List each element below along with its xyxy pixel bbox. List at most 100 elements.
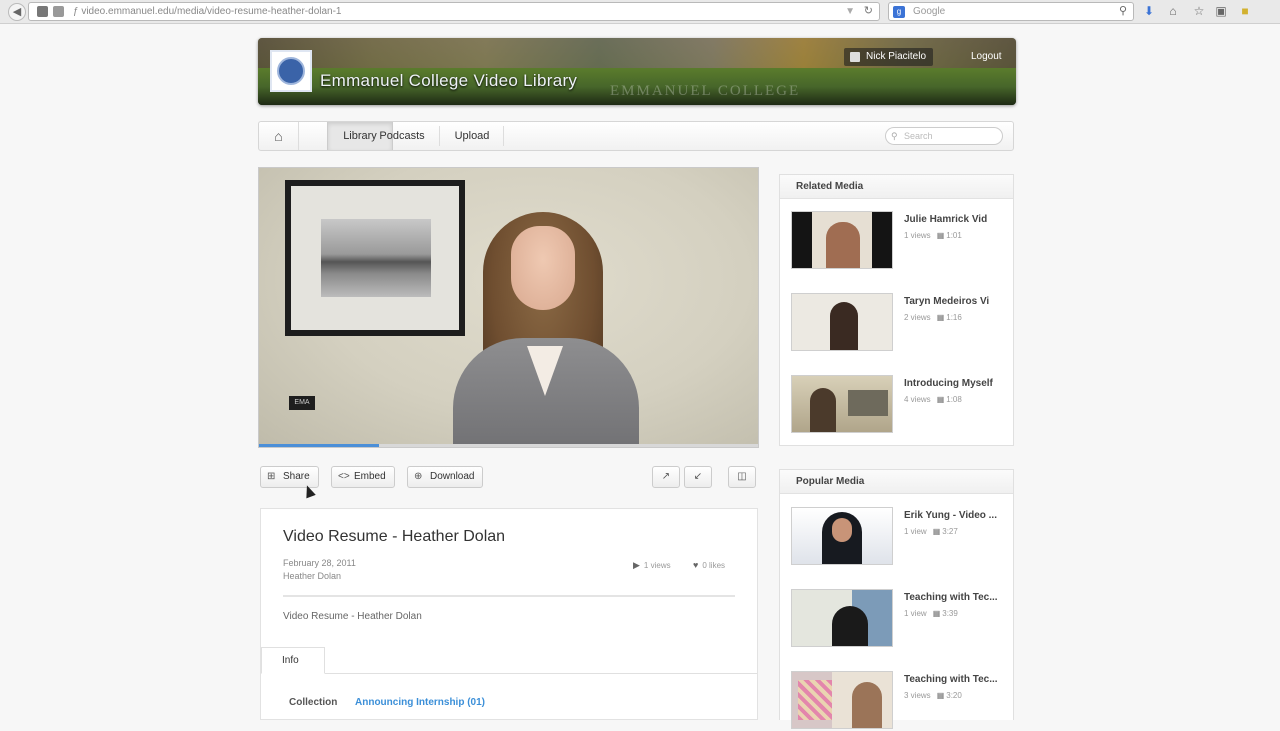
clock-icon: ▦ [936,313,945,322]
site-search-placeholder: Search [904,131,933,141]
related-item-title[interactable]: Taryn Medeiros Vi [904,296,989,307]
clock-icon: ▦ [936,395,945,404]
duration-label: 1:16 [946,313,962,322]
video-logo: EMA [289,396,315,410]
download-button[interactable]: ⊕ Download [407,466,484,488]
clock-icon: ▦ [936,691,945,700]
popular-media-panel: Popular Media Erik Yung - Video ... 1 vi… [779,469,1014,729]
related-item[interactable]: Julie Hamrick Vid 1 views ▦ 1:01 [791,211,1009,271]
embed-label: Embed [354,471,386,482]
address-bar[interactable]: ƒ video.emmanuel.edu/media/video-resume-… [28,2,880,21]
extension-icon[interactable]: ■ [1238,4,1252,18]
nav-divider [503,126,504,146]
presenter-face [511,226,575,310]
download-icon: ⊕ [414,471,423,482]
framed-picture [285,180,465,336]
search-icon: ⚲ [891,131,898,141]
site-identity-icon[interactable] [37,6,48,17]
popular-item-title[interactable]: Erik Yung - Video ... [904,510,997,521]
video-thumbnail[interactable] [791,375,893,433]
collection-link[interactable]: Announcing Internship (01) [355,697,485,708]
popular-item-meta: 3 views ▦ 3:20 [904,691,962,700]
video-progress-fill [259,444,379,447]
site-banner: Emmanuel College Video Library EMMANUEL … [258,38,1016,105]
college-seal-logo[interactable] [270,50,312,92]
popular-item-title[interactable]: Teaching with Tec... [904,592,998,603]
browser-toolbar: ◀ ƒ video.emmanuel.edu/media/video-resum… [0,0,1280,24]
video-thumbnail[interactable] [791,589,893,647]
expand-icon[interactable]: ↗ [652,466,680,488]
share-label: Share [283,471,310,482]
back-button[interactable]: ◀ [8,3,26,21]
related-item-meta: 4 views ▦ 1:08 [904,395,962,404]
popular-item[interactable]: Erik Yung - Video ... 1 view ▦ 3:27 [791,507,1009,567]
reload-icon[interactable]: ↻ [864,3,873,20]
download-label: Download [430,471,475,482]
divider [283,595,735,597]
likes-label: 0 likes [702,561,726,570]
tabs-divider [261,673,757,674]
tab-podcasts[interactable]: Podcasts [367,122,437,150]
embed-button[interactable]: <> Embed [331,466,395,488]
heart-icon: ♥ [693,560,699,570]
embed-code-icon: <> [338,471,350,482]
views-label: 3 views [904,691,931,700]
play-icon: ▶ [633,560,640,570]
search-icon[interactable]: ⚲ [1119,3,1127,20]
browser-search-input[interactable]: g Google ⚲ [888,2,1134,21]
video-thumbnail[interactable] [791,507,893,565]
site-search-input[interactable]: ⚲ Search [885,127,1003,145]
clock-icon: ▦ [936,231,945,240]
duration-label: 3:27 [942,527,958,536]
layout-toggle-icon[interactable]: ◫ [728,466,756,488]
bookmark-icon[interactable]: ☆ [1192,4,1206,18]
address-text: ƒ video.emmanuel.edu/media/video-resume-… [73,6,342,17]
shrink-icon[interactable]: ↙ [684,466,712,488]
video-thumbnail[interactable] [791,211,893,269]
video-player[interactable]: EMA [258,167,759,448]
views-label: 2 views [904,313,931,322]
related-item-title[interactable]: Introducing Myself [904,378,993,389]
clock-icon: ▦ [932,609,941,618]
popular-item[interactable]: Teaching with Tec... 3 views ▦ 3:20 [791,671,1009,731]
related-item[interactable]: Taryn Medeiros Vi 2 views ▦ 1:16 [791,293,1009,353]
bookmark-star-icon[interactable]: ▼ [845,3,855,20]
views-label: 1 views [643,561,671,570]
popular-media-heading: Popular Media [780,470,1013,494]
user-name: Nick Piacitelo [866,51,927,62]
views-label: 1 view [904,527,927,536]
page-icon [53,6,64,17]
popular-item[interactable]: Teaching with Tec... 1 view ▦ 3:39 [791,589,1009,649]
clock-icon: ▦ [932,527,941,536]
library-icon[interactable]: ▣ [1214,4,1228,18]
related-media-panel: Related Media Julie Hamrick Vid 1 views ▦… [779,174,1014,446]
home-icon[interactable]: ⌂ [1166,4,1180,18]
media-info-card: Video Resume - Heather Dolan February 28… [260,508,758,720]
user-account-button[interactable]: Nick Piacitelo [844,48,934,66]
views-count: ▶ 1 views [633,560,671,571]
video-thumbnail[interactable] [791,671,893,729]
share-icon: ⊞ [267,471,276,482]
video-progress-bar[interactable] [259,444,758,447]
related-item-title[interactable]: Julie Hamrick Vid [904,214,987,225]
nav-divider [439,126,440,146]
popular-item-title[interactable]: Teaching with Tec... [904,674,998,685]
google-icon: g [893,6,905,18]
logout-button[interactable]: Logout [966,48,1007,66]
related-item[interactable]: Introducing Myself 4 views ▦ 1:08 [791,375,1009,435]
media-author: Heather Dolan [283,571,342,581]
duration-label: 1:08 [946,395,962,404]
views-label: 1 view [904,609,927,618]
likes-count[interactable]: ♥ 0 likes [693,560,725,570]
video-thumbnail[interactable] [791,293,893,351]
download-arrow-icon[interactable]: ⬇ [1142,4,1156,18]
tab-info[interactable]: Info [261,647,325,674]
tab-upload[interactable]: Upload [443,122,501,150]
views-label: 1 views [904,231,931,240]
related-item-meta: 1 views ▦ 1:01 [904,231,962,240]
collection-label: Collection [289,697,338,708]
site-title[interactable]: Emmanuel College Video Library [320,71,577,91]
browser-search-placeholder: Google [913,6,946,17]
duration-label: 1:01 [946,231,962,240]
home-icon[interactable]: ⌂ [259,122,299,150]
